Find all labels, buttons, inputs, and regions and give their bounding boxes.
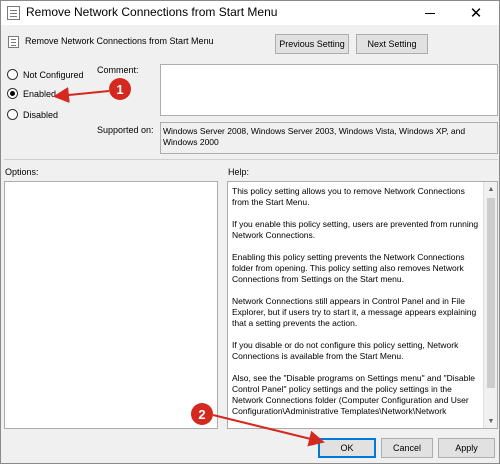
supported-on-value: Windows Server 2008, Windows Server 2003…	[163, 126, 466, 147]
scroll-down-icon[interactable]: ▼	[484, 414, 497, 428]
previous-setting-button[interactable]: Previous Setting	[275, 34, 349, 54]
setting-icon	[8, 36, 19, 48]
radio-not-configured-circle[interactable]	[7, 69, 18, 80]
options-panel	[4, 181, 218, 429]
help-paragraph: If you disable or do not configure this …	[232, 340, 459, 361]
help-paragraph: If you enable this policy setting, users…	[232, 219, 479, 240]
radio-not-configured[interactable]: Not Configured	[7, 69, 84, 80]
radio-not-configured-label: Not Configured	[23, 69, 84, 80]
help-label: Help:	[228, 167, 250, 177]
minimize-icon[interactable]	[407, 1, 453, 25]
scroll-up-icon[interactable]: ▲	[484, 182, 497, 196]
radio-enabled-label: Enabled	[23, 88, 57, 99]
help-paragraph: Network Connections still appears in Con…	[232, 296, 477, 328]
policy-icon	[7, 6, 20, 20]
cancel-button[interactable]: Cancel	[381, 438, 433, 458]
callout-badge: 2	[191, 403, 213, 425]
arrow-1	[53, 87, 110, 103]
ok-button[interactable]: OK	[318, 438, 376, 458]
help-paragraph: Enabling this policy setting prevents th…	[232, 252, 465, 284]
comment-label: Comment:	[97, 65, 139, 75]
next-setting-button[interactable]: Next Setting	[356, 34, 428, 54]
radio-enabled-circle[interactable]	[7, 88, 18, 99]
policy-dialog: Remove Network Connections from Start Me…	[0, 0, 500, 464]
supported-on-label: Supported on:	[97, 125, 154, 135]
policy-name: Remove Network Connections from Start Me…	[25, 36, 214, 46]
radio-enabled[interactable]: Enabled	[7, 88, 56, 99]
radio-disabled-circle[interactable]	[7, 109, 18, 120]
help-scrollbar[interactable]: ▲ ▼	[483, 182, 497, 428]
separator	[4, 159, 498, 160]
radio-disabled-label: Disabled	[23, 109, 59, 120]
options-label: Options:	[5, 167, 39, 177]
title-bar: Remove Network Connections from Start Me…	[1, 1, 499, 25]
scroll-thumb[interactable]	[487, 198, 495, 388]
callout-badge: 1	[109, 78, 131, 100]
close-icon[interactable]: ✕	[453, 1, 499, 25]
apply-button[interactable]: Apply	[438, 438, 495, 458]
help-paragraph: Also, see the "Disable programs on Setti…	[232, 373, 475, 416]
window-title: Remove Network Connections from Start Me…	[26, 5, 278, 19]
help-paragraph: This policy setting allows you to remove…	[232, 186, 465, 207]
help-panel: This policy setting allows you to remove…	[227, 181, 498, 429]
radio-disabled[interactable]: Disabled	[7, 109, 58, 120]
help-text: This policy setting allows you to remove…	[232, 186, 482, 428]
comment-textarea[interactable]	[160, 64, 498, 116]
